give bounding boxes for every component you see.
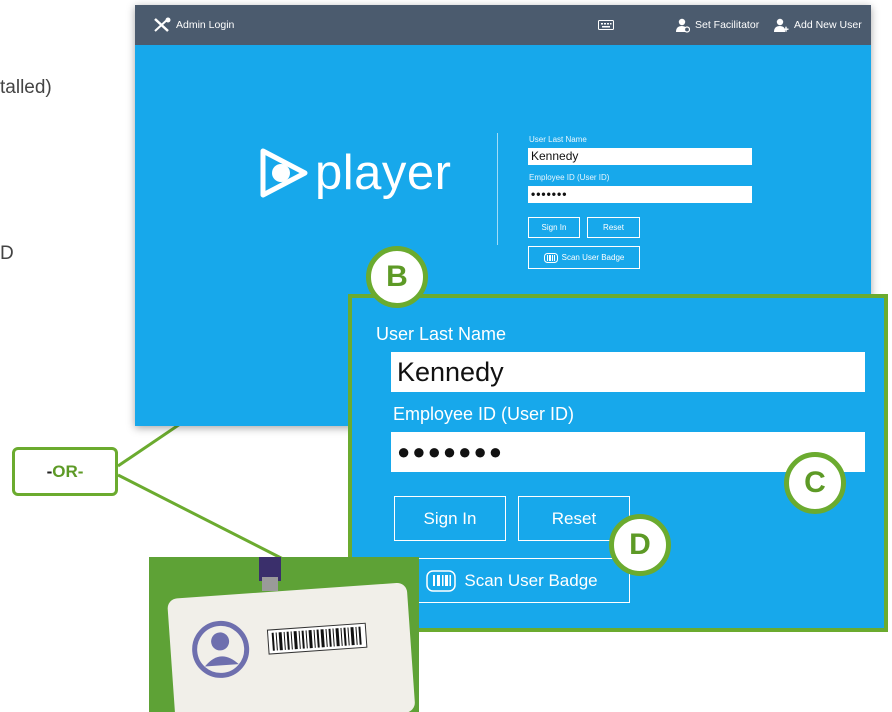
zoom-scan-user-badge-button[interactable]: Scan User Badge [394,558,630,603]
admin-login-button[interactable]: Admin Login [153,5,234,45]
or-label: - OR - [12,447,118,496]
vertical-divider [497,133,498,245]
reset-button[interactable]: Reset [587,217,640,238]
callout-c: C [784,452,846,514]
user-settings-icon [676,18,690,33]
sign-in-button[interactable]: Sign In [528,217,580,238]
zoom-last-name-input[interactable]: Kennedy [391,352,865,392]
player-logo: player [257,145,451,201]
callout-d: D [609,514,671,576]
add-new-user-label: Add New User [794,19,862,31]
employee-id-label: Employee ID (User ID) [529,173,610,182]
keyboard-icon [598,20,614,30]
play-logo-icon [260,148,308,198]
or-dash-right: - [77,461,84,481]
last-name-input[interactable]: Kennedy [528,148,752,165]
top-toolbar: Admin Login Set Facilitator Add New User [135,5,871,45]
set-facilitator-label: Set Facilitator [695,19,760,31]
barcode-icon [543,252,558,263]
add-user-icon [774,18,789,32]
zoom-employee-id-label: Employee ID (User ID) [393,404,575,424]
scan-user-badge-label: Scan User Badge [561,253,625,262]
last-name-label: User Last Name [529,135,587,144]
admin-login-label: Admin Login [176,19,235,31]
add-new-user-button[interactable]: Add New User [774,5,862,45]
keyboard-button[interactable] [598,5,619,45]
or-text: OR [52,461,78,481]
id-badge-illustration [149,557,419,712]
zoom-last-name-label: User Last Name [376,324,507,344]
employee-id-input[interactable]: ••••••• [528,186,752,203]
barcode-icon [426,569,457,592]
zoom-sign-in-button[interactable]: Sign In [394,496,506,541]
tools-icon [154,17,171,32]
scan-user-badge-button[interactable]: Scan User Badge [528,246,640,269]
set-facilitator-button[interactable]: Set Facilitator [676,5,759,45]
callout-b: B [366,246,428,308]
zoom-scan-user-badge-label: Scan User Badge [464,570,598,590]
id-badge-photo [149,557,419,712]
logo-wordmark: player [315,146,452,200]
